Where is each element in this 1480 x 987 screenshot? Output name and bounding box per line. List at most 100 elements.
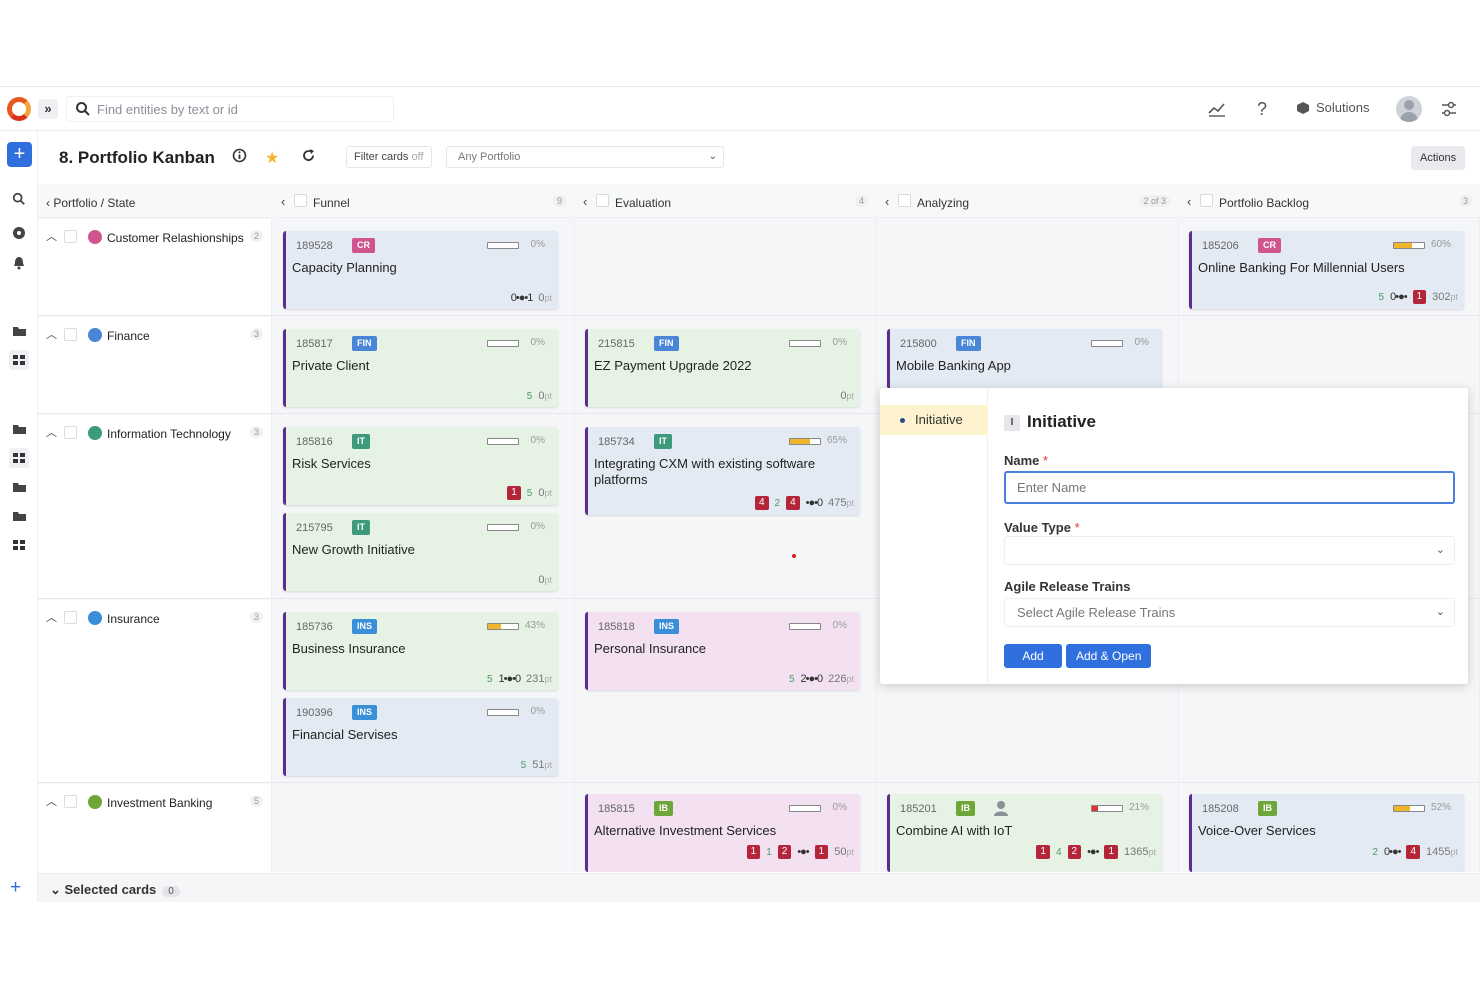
card[interactable]: 185734 IT 65% Integrating CXM with exist… [585, 427, 860, 515]
card[interactable]: 185201 IB 21% Combine AI with IoT 1 4 2 … [887, 794, 1162, 872]
card-percent: 0% [530, 521, 545, 532]
collapse-left-icon[interactable]: ‹ [281, 194, 285, 209]
chevron-up-icon[interactable]: ︿ [46, 609, 57, 625]
collapse-left-icon[interactable]: ‹ [1187, 194, 1191, 209]
card-tag: INS [352, 619, 378, 634]
filter-state: off [411, 151, 424, 163]
card[interactable]: 185208 IB 52% Voice-Over Services 2 0•●•… [1189, 794, 1464, 872]
lane-customer-relationships: ︿ Customer Relashionships 2 189528 CR 0%… [38, 219, 1480, 316]
card-footer: 1 1 2 •●• 1 50pt [746, 845, 854, 859]
row-header-label[interactable]: ‹ Portfolio / State [46, 196, 135, 210]
add-and-open-button[interactable]: Add & Open [1066, 644, 1152, 668]
column-checkbox[interactable] [294, 194, 307, 207]
card-title: Risk Services [292, 456, 371, 471]
help-icon[interactable]: ? [1251, 98, 1273, 120]
card-tag: IB [1258, 801, 1277, 816]
selected-cards-toggle[interactable]: ⌄ Selected cards 0 [50, 882, 180, 898]
card-title: Combine AI with IoT [896, 823, 1013, 838]
card-footer: 5 51pt [521, 759, 552, 771]
lane-checkbox[interactable] [64, 795, 77, 808]
card[interactable]: 215795 IT 0% New Growth Initiative 0pt [283, 513, 558, 591]
column-checkbox[interactable] [596, 194, 609, 207]
search-input[interactable] [97, 100, 387, 118]
card-points: 475pt [828, 497, 854, 509]
board-icon[interactable] [9, 350, 29, 370]
refresh-icon[interactable] [301, 148, 316, 168]
green-count: 5 [520, 759, 527, 771]
name-field[interactable] [1004, 471, 1455, 504]
type-item-initiative[interactable]: Initiative [880, 405, 988, 435]
card[interactable]: 185816 IT 0% Risk Services 1 5 0pt [283, 427, 558, 505]
value-type-select[interactable]: ⌄ [1004, 536, 1455, 565]
solutions-menu[interactable]: Solutions [1296, 100, 1369, 115]
card[interactable]: 185817 FIN 0% Private Client 5 0pt [283, 329, 558, 407]
lane-checkbox[interactable] [64, 328, 77, 341]
chevron-up-icon[interactable]: ︿ [46, 326, 57, 342]
card-percent: 0% [832, 620, 847, 631]
lane-color-dot [88, 426, 102, 440]
avatar[interactable] [1396, 96, 1422, 122]
filter-cards-button[interactable]: Filter cards off [346, 146, 432, 168]
lane-name: Investment Banking [107, 796, 213, 810]
column-count: 2 of 3 [1139, 195, 1170, 207]
card[interactable]: 185736 INS 43% Business Insurance 5 1•●•… [283, 612, 558, 690]
compass-icon[interactable] [9, 223, 29, 243]
search-box[interactable] [66, 96, 394, 122]
folder-icon[interactable] [9, 506, 29, 526]
column-checkbox[interactable] [1200, 194, 1213, 207]
dependency-chain: 0•●• [1390, 291, 1407, 303]
actions-button[interactable]: Actions [1411, 146, 1466, 170]
card-percent: 0% [832, 337, 847, 348]
chevron-up-icon[interactable]: ︿ [46, 793, 57, 809]
card[interactable]: 189528 CR 0% Capacity Planning 0•●•1 0pt [283, 231, 558, 309]
star-icon[interactable]: ★ [265, 148, 279, 168]
collapse-left-icon[interactable]: ‹ [583, 194, 587, 209]
card-tag: IT [352, 434, 370, 449]
card-points: 0pt [840, 390, 854, 402]
expand-icon[interactable]: » [38, 99, 58, 119]
chevron-up-icon[interactable]: ︿ [46, 228, 57, 244]
card-percent: 65% [826, 435, 847, 446]
card-footer: 5 1•●•0 231pt [487, 673, 552, 685]
card-percent: 0% [530, 239, 545, 250]
add-icon[interactable]: + [10, 877, 21, 899]
lane-checkbox[interactable] [64, 230, 77, 243]
solutions-icon [1297, 101, 1309, 114]
card[interactable]: 185815 IB 0% Alternative Investment Serv… [585, 794, 860, 872]
card[interactable]: 185818 INS 0% Personal Insurance 5 2•●•0… [585, 612, 860, 690]
lane-checkbox[interactable] [64, 611, 77, 624]
info-icon[interactable] [232, 148, 247, 168]
search-icon[interactable] [9, 189, 29, 209]
popup-type-list: Initiative [880, 388, 988, 684]
column-checkbox[interactable] [898, 194, 911, 207]
lane-cell [273, 784, 575, 872]
value-type-label: Value Type * [1004, 520, 1080, 535]
chevron-up-icon[interactable]: ︿ [46, 424, 57, 440]
add-button[interactable]: Add [1004, 644, 1062, 668]
folder-icon[interactable] [9, 477, 29, 497]
add-button[interactable]: + [7, 142, 32, 167]
lane-checkbox[interactable] [64, 426, 77, 439]
card[interactable]: 215815 FIN 0% EZ Payment Upgrade 2022 0p… [585, 329, 860, 407]
card[interactable]: 185206 CR 60% Online Banking For Millenn… [1189, 231, 1464, 309]
card-id: 185208 [1202, 803, 1239, 815]
card[interactable]: 190396 INS 0% Financial Servises 5 51pt [283, 698, 558, 776]
agile-release-trains-select[interactable]: Select Agile Release Trains ⌄ [1004, 598, 1455, 627]
card[interactable]: 215800 FIN 0% Mobile Banking App [887, 329, 1162, 389]
bell-icon[interactable] [9, 253, 29, 273]
lane-cell: 185208 IB 52% Voice-Over Services 2 0•●•… [1179, 784, 1480, 872]
folder-icon[interactable] [9, 419, 29, 439]
folder-icon[interactable] [9, 321, 29, 341]
card-points: 1455pt [1426, 846, 1458, 858]
progress-bar [487, 524, 519, 531]
card-id: 189528 [296, 240, 333, 252]
row-header: ‹ Portfolio / State [38, 184, 272, 218]
board-icon[interactable] [9, 448, 29, 468]
logo-icon[interactable] [7, 97, 31, 121]
portfolio-select[interactable]: Any Portfolio ⌄ [446, 146, 724, 168]
settings-icon[interactable] [1438, 98, 1460, 120]
card-id: 185816 [296, 436, 333, 448]
collapse-left-icon[interactable]: ‹ [885, 194, 889, 209]
chart-icon[interactable] [1206, 98, 1228, 120]
board-icon[interactable] [9, 535, 29, 555]
